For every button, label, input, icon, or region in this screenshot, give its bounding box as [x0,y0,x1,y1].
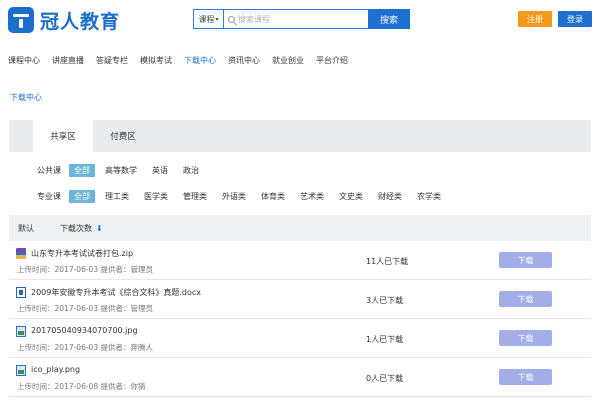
arrow-down-icon: ⬇ [96,223,103,233]
filter-row-major: 专业课 全部 理工类 医学类 管理类 外语类 体育类 艺术类 文史类 财经类 农… [9,190,451,203]
search-icon [228,15,235,23]
image-icon [16,326,26,337]
nav-item-career[interactable]: 就业创业 [272,55,304,66]
sort-by-downloads[interactable]: 下载次数 ⬇ [60,223,103,234]
sort-bar: 默认 下载次数 ⬇ [9,215,591,241]
file-row: 201705040934070700.jpg 上传时间：2017-06-03 提… [9,319,591,358]
filter-option[interactable]: 农学类 [412,190,446,203]
download-count: 1人已下载 [366,335,404,344]
filter-option[interactable]: 外语类 [217,190,251,203]
file-meta: 上传时间：2017-06-08 提供者：你猜 [17,382,146,391]
file-meta: 上传时间：2017-06-03 提供者：管理员 [17,265,153,274]
filter-option[interactable]: 文史类 [334,190,368,203]
filter-option[interactable]: 高等数学 [100,164,142,177]
site-logo[interactable]: 冠人教育 [8,6,120,34]
register-button[interactable]: 注册 [518,11,552,27]
download-count: 0人已下载 [366,374,404,383]
download-button[interactable]: 下载 [499,330,552,346]
file-name[interactable]: 2009年安徽专升本考试《综合文科》真题.docx [31,287,201,298]
download-button[interactable]: 下载 [499,252,552,268]
tab-shared[interactable]: 共享区 [33,120,93,152]
filter-option[interactable]: 医学类 [139,190,173,203]
search-bar: 课程 ▾ 搜索 [193,9,410,29]
filter-section: 公共课 全部 高等数学 英语 政治 专业课 全部 理工类 医学类 管理类 外语类… [9,152,591,215]
tab-bar: 共享区 付费区 [9,120,591,152]
file-name[interactable]: ico_play.png [31,365,80,374]
search-category-select[interactable]: 课程 ▾ [193,9,223,29]
login-button[interactable]: 登录 [558,11,592,27]
download-button[interactable]: 下载 [499,369,552,385]
file-row: 山东专升本考试试卷打包.zip 上传时间：2017-06-03 提供者：管理员 … [9,241,591,280]
search-category-label: 课程 [198,14,215,24]
file-meta: 上传时间：2017-06-03 提供者：管理员 [17,304,153,313]
filter-option[interactable]: 财经类 [373,190,407,203]
filter-label: 公共课 [37,166,61,175]
word-doc-icon [16,287,26,298]
nav-item-courses[interactable]: 课程中心 [8,55,40,66]
search-input[interactable] [238,14,358,24]
download-button[interactable]: 下载 [499,291,552,307]
download-panel: 共享区 付费区 公共课 全部 高等数学 英语 政治 专业课 全部 理工类 医学类… [9,120,591,398]
main-nav: 课程中心 讲座直播 答疑专栏 模拟考试 下载中心 资讯中心 就业创业 平台介绍 [8,55,360,66]
nav-item-downloads[interactable]: 下载中心 [184,55,216,66]
breadcrumb[interactable]: 下载中心 [10,92,42,103]
download-count: 11人已下载 [366,257,409,266]
file-meta: 上传时间：2017-06-03 提供者：奔腾人 [17,343,153,352]
filter-option[interactable]: 理工类 [100,190,134,203]
search-button[interactable]: 搜索 [368,9,410,29]
nav-item-mock-exam[interactable]: 模拟考试 [140,55,172,66]
filter-label: 专业课 [37,192,61,201]
sort-downloads-label: 下载次数 [60,223,92,233]
download-count: 3人已下载 [366,296,404,305]
file-row: ico_play.png 上传时间：2017-06-08 提供者：你猜 0人已下… [9,358,591,397]
filter-option[interactable]: 管理类 [178,190,212,203]
logo-text: 冠人教育 [40,10,121,33]
tab-paid[interactable]: 付费区 [93,120,153,152]
nav-item-live[interactable]: 讲座直播 [52,55,84,66]
nav-item-qa[interactable]: 答疑专栏 [96,55,128,66]
filter-option[interactable]: 政治 [178,164,204,177]
nav-item-news[interactable]: 资讯中心 [228,55,260,66]
image-icon [16,365,26,376]
search-field [223,9,368,29]
file-list: 山东专升本考试试卷打包.zip 上传时间：2017-06-03 提供者：管理员 … [9,241,591,397]
filter-option[interactable]: 体育类 [256,190,290,203]
logo-icon [8,7,34,33]
filter-option[interactable]: 英语 [147,164,173,177]
file-name[interactable]: 201705040934070700.jpg [31,326,138,335]
filter-row-public: 公共课 全部 高等数学 英语 政治 [9,164,209,177]
filter-option[interactable]: 全部 [69,190,95,203]
sort-default[interactable]: 默认 [18,223,34,234]
nav-item-about[interactable]: 平台介绍 [316,55,348,66]
filter-option[interactable]: 全部 [69,164,95,177]
chevron-down-icon: ▾ [215,15,219,23]
file-name[interactable]: 山东专升本考试试卷打包.zip [31,248,133,259]
file-row: 2009年安徽专升本考试《综合文科》真题.docx 上传时间：2017-06-0… [9,280,591,319]
filter-option[interactable]: 艺术类 [295,190,329,203]
zip-icon [16,248,26,259]
